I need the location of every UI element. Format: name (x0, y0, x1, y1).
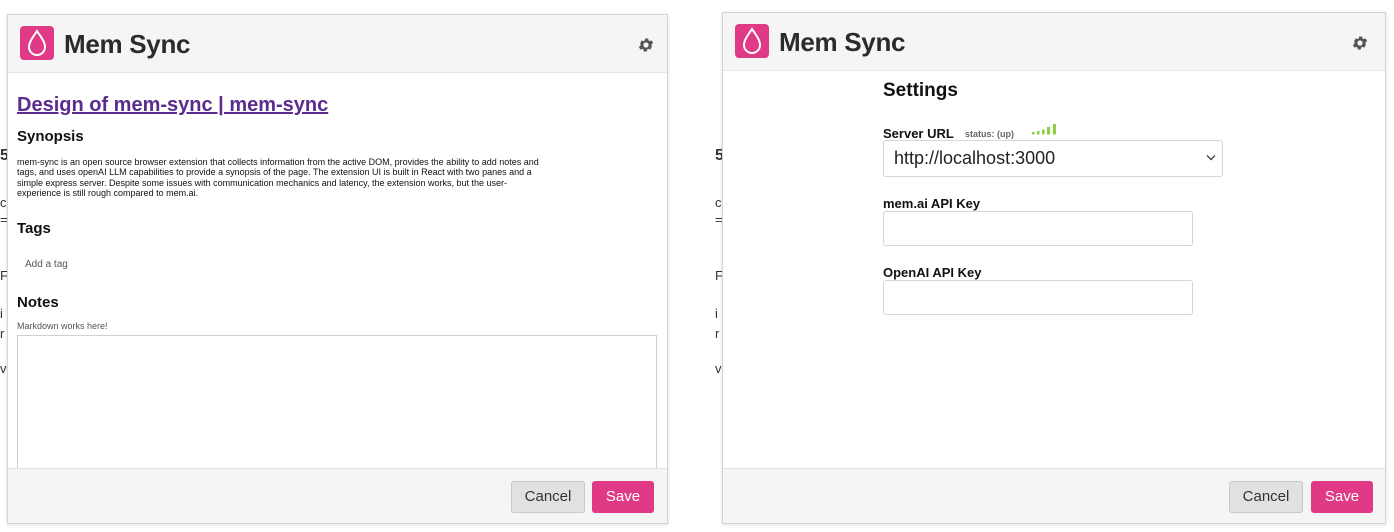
header: Mem Sync (8, 15, 667, 73)
openai-api-key-input[interactable] (883, 280, 1193, 315)
background-text: v (0, 361, 7, 376)
app-logo (735, 24, 769, 58)
drop-icon (27, 29, 47, 56)
tags-heading: Tags (17, 220, 51, 237)
capture-panel: Mem Sync Design of mem-sync | mem-sync S… (7, 14, 668, 524)
background-text: v (715, 361, 722, 376)
settings-panel: Mem Sync Settings Server URL status: (up… (722, 12, 1386, 524)
server-status: status: (up) (965, 129, 1014, 139)
background-text: c (715, 195, 722, 210)
save-button[interactable]: Save (1311, 481, 1373, 513)
app-title: Mem Sync (779, 27, 906, 57)
cancel-button[interactable]: Cancel (511, 481, 585, 513)
background-text: r (715, 326, 720, 341)
synopsis-text: mem-sync is an open source browser exten… (17, 157, 657, 199)
server-url-select[interactable]: http://localhost:3000 (883, 140, 1223, 177)
synopsis-line: tags, and uses openAI LLM capabilities t… (17, 167, 532, 178)
screenshot-stage: 5 c = F i r v 5 c = F i r v Mem Sync Des… (0, 0, 1394, 532)
notes-hint: Markdown works here! (17, 321, 108, 331)
synopsis-line: experience is still rough compared to me… (17, 188, 199, 199)
server-url-value: http://localhost:3000 (894, 148, 1056, 168)
save-button[interactable]: Save (592, 481, 654, 513)
header: Mem Sync (723, 13, 1385, 71)
gear-icon[interactable] (637, 36, 655, 54)
synopsis-heading: Synopsis (17, 128, 84, 145)
app-title: Mem Sync (64, 29, 191, 59)
server-url-label: Server URL (883, 126, 954, 141)
signal-bars-icon (1032, 124, 1056, 135)
notes-textarea[interactable] (17, 335, 657, 475)
chevron-down-icon (1206, 155, 1216, 161)
mem-api-key-label: mem.ai API Key (883, 196, 981, 211)
background-text: c (0, 195, 7, 210)
cancel-button[interactable]: Cancel (1229, 481, 1303, 513)
mem-api-key-input[interactable] (883, 211, 1193, 246)
synopsis-line: simple express server. Despite some issu… (17, 177, 508, 188)
drop-icon (742, 27, 762, 54)
synopsis-line: mem-sync is an open source browser exten… (17, 157, 539, 167)
page-title-link[interactable]: Design of mem-sync | mem-sync (17, 94, 328, 117)
notes-heading: Notes (17, 294, 59, 311)
footer: Cancel Save (8, 468, 667, 523)
background-text: i (0, 306, 3, 321)
tag-input[interactable]: Add a tag (25, 259, 68, 270)
footer: Cancel Save (723, 468, 1385, 523)
background-text: r (0, 326, 5, 341)
settings-title: Settings (883, 80, 958, 101)
gear-icon[interactable] (1351, 34, 1369, 52)
background-text: i (715, 306, 718, 321)
app-logo (20, 26, 54, 60)
openai-api-key-label: OpenAI API Key (883, 265, 982, 280)
